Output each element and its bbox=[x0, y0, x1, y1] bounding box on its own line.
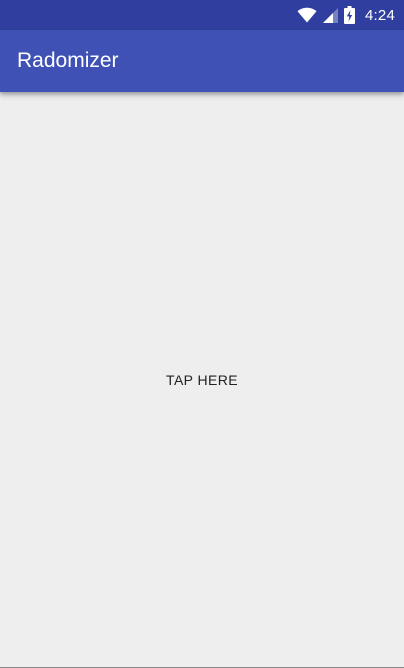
app-toolbar: Radomizer bbox=[0, 30, 404, 92]
status-icons: 4:24 bbox=[297, 0, 395, 30]
status-time: 4:24 bbox=[365, 6, 395, 24]
app-title: Radomizer bbox=[17, 49, 119, 72]
main-content: TAP HERE bbox=[0, 92, 404, 668]
app-screen: 4:24 Radomizer TAP HERE bbox=[0, 0, 404, 668]
tap-here-button[interactable]: TAP HERE bbox=[142, 361, 262, 399]
cellular-signal-icon bbox=[323, 7, 338, 23]
status-bar: 4:24 bbox=[0, 0, 404, 30]
battery-charging-icon bbox=[344, 6, 355, 24]
wifi-icon bbox=[297, 7, 317, 23]
